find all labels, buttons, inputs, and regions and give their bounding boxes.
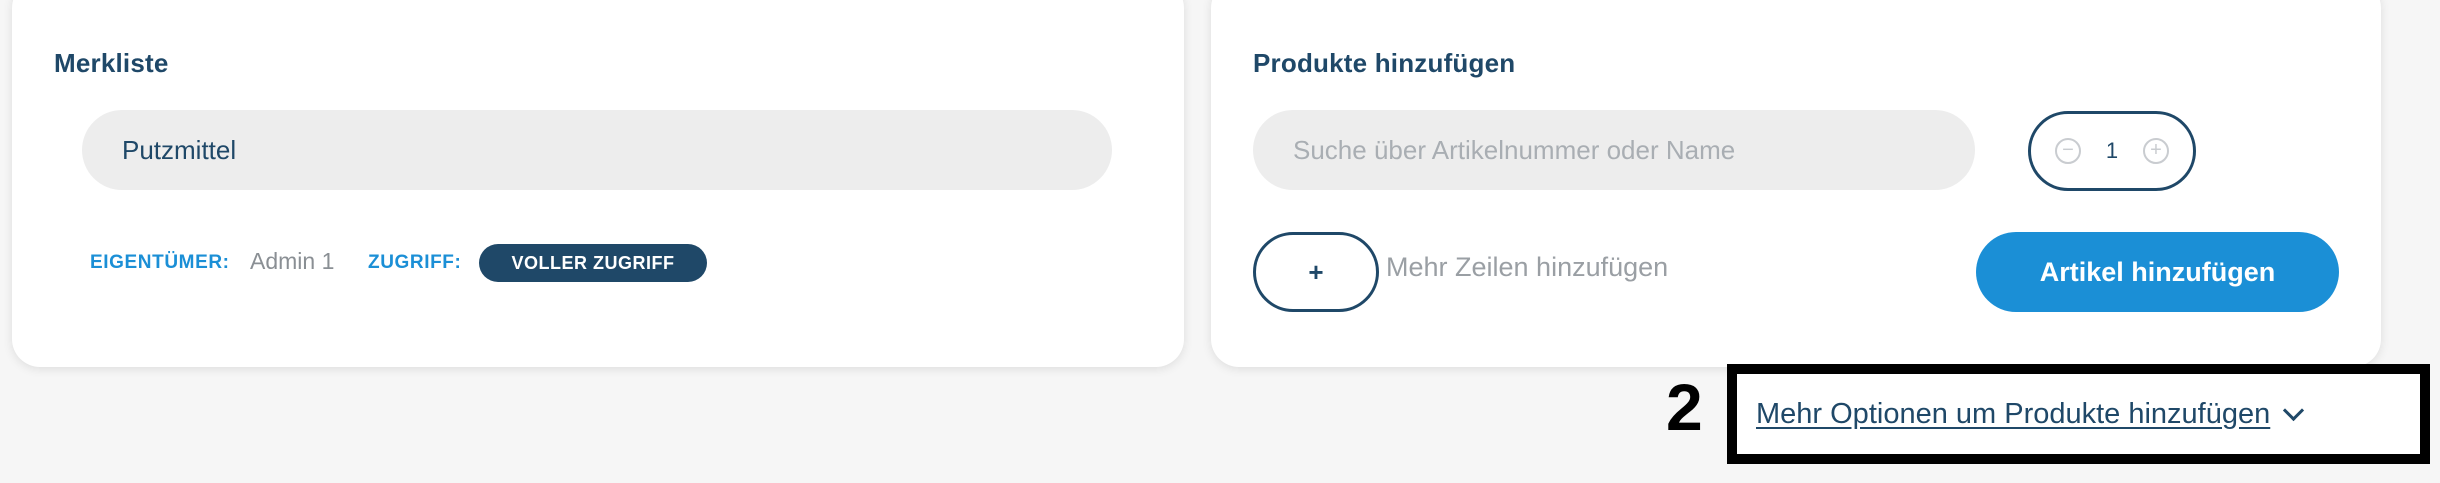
add-products-title: Produkte hinzufügen — [1253, 48, 1516, 78]
add-rows-label[interactable]: Mehr Zeilen hinzufügen — [1386, 252, 1668, 283]
access-label: ZUGRIFF: — [368, 252, 462, 273]
add-rows-button[interactable]: + — [1253, 232, 1379, 312]
quantity-stepper: − 1 + — [2028, 111, 2196, 191]
more-options-link[interactable]: Mehr Optionen um Produkte hinzufügen — [1756, 398, 2305, 431]
more-options-label[interactable]: Mehr Optionen um Produkte hinzufügen — [1756, 398, 2270, 431]
wishlist-title: Merkliste — [54, 48, 169, 78]
owner-label: EIGENTÜMER: — [90, 252, 230, 273]
owner-value: Admin 1 — [250, 248, 335, 274]
quantity-value[interactable]: 1 — [2106, 138, 2118, 164]
annotation-number: 2 — [1666, 370, 1703, 444]
increment-button[interactable]: + — [2143, 138, 2169, 164]
wishlist-name-input[interactable] — [82, 110, 1112, 190]
chevron-down-icon[interactable] — [2283, 399, 2305, 422]
product-search-input[interactable] — [1253, 110, 1975, 190]
access-badge: VOLLER ZUGRIFF — [479, 244, 707, 282]
add-products-card: Produkte hinzufügen − 1 + + Mehr Zeilen … — [1211, 0, 2381, 367]
add-items-button[interactable]: Artikel hinzufügen — [1976, 232, 2339, 312]
wishlist-card: Merkliste EIGENTÜMER: Admin 1 ZUGRIFF: V… — [12, 0, 1184, 367]
decrement-button[interactable]: − — [2055, 138, 2081, 164]
